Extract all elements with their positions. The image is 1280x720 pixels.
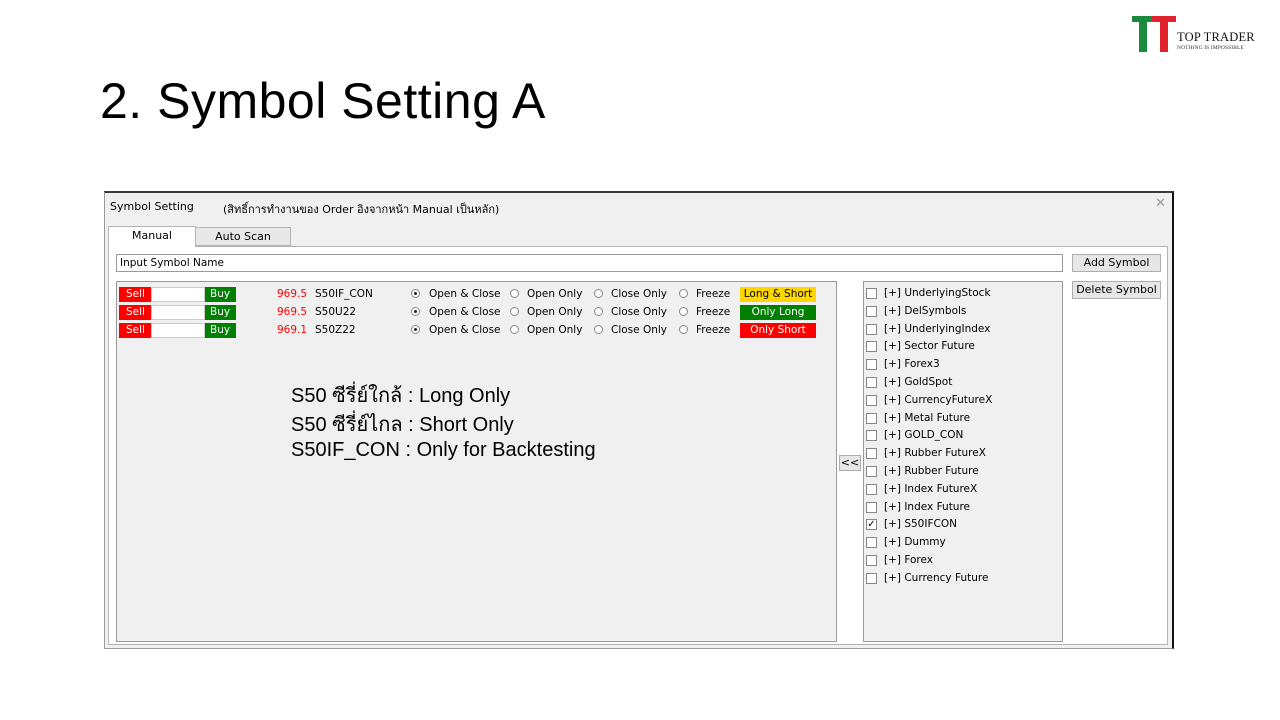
symbol-group-checkbox[interactable] [866, 448, 877, 460]
direction-mode-button[interactable]: Long & Short [740, 287, 816, 302]
symbol-name-input[interactable] [116, 254, 1063, 272]
delete-symbol-button[interactable]: Delete Symbol [1072, 281, 1161, 299]
order-size-field[interactable] [151, 323, 205, 338]
top-trader-logo: TOP TRADER NOTHING IS IMPOSSIBLE [1132, 16, 1257, 56]
order-mode-label: Open & Close [429, 324, 501, 336]
symbol-price: 969.5 [277, 288, 308, 300]
symbol-group-label: [+] Currency Future [884, 571, 989, 584]
symbol-group-label: [+] Rubber Future [884, 465, 979, 477]
symbol-group-checkbox[interactable] [866, 537, 877, 549]
buy-button[interactable]: Buy [205, 323, 236, 338]
symbol-group-label: [+] S50IFCON [884, 518, 957, 531]
order-mode-label: Open Only [527, 306, 583, 318]
annotation-line: S50 ซีรี่ย์ไกล : Short Only [291, 414, 514, 436]
order-mode-radio[interactable] [510, 325, 519, 334]
order-size-field[interactable] [151, 287, 205, 302]
tt-logo-icon [1132, 16, 1176, 52]
window-note: (สิทธิ์การทำงานของ Order อิงจากหน้า Manu… [223, 203, 500, 216]
symbol-group-label: [+] GOLD_CON [884, 429, 964, 442]
symbol-group-checkbox[interactable] [866, 483, 877, 495]
order-mode-radio[interactable] [679, 325, 688, 334]
order-mode-label: Open & Close [429, 288, 501, 300]
symbol-group-label: [+] GoldSpot [884, 376, 953, 388]
order-mode-radio[interactable] [594, 307, 603, 316]
symbol-group-checkbox[interactable] [866, 359, 877, 371]
symbol-group-panel: [+] UnderlyingStock [+] DelSymbols [+] Und… [863, 281, 1063, 642]
symbol-group-checkbox[interactable] [866, 341, 877, 353]
logo-tagline: NOTHING IS IMPOSSIBLE [1177, 45, 1244, 51]
symbol-name: S50U22 [315, 306, 357, 318]
symbol-group-label: [+] CurrencyFutureX [884, 393, 993, 406]
order-mode-radio[interactable] [411, 289, 420, 298]
order-mode-label: Close Only [611, 324, 667, 336]
add-symbol-button[interactable]: Add Symbol [1072, 254, 1161, 272]
symbol-group-label: [+] Dummy [884, 536, 946, 549]
order-mode-label: Close Only [611, 306, 667, 318]
symbol-group-checkbox[interactable]: ✓ [866, 519, 877, 531]
order-mode-radio[interactable] [679, 307, 688, 316]
buy-button[interactable]: Buy [205, 305, 236, 320]
symbol-name: S50Z22 [315, 324, 356, 336]
symbol-group-checkbox[interactable] [866, 555, 877, 566]
symbol-setting-window: Symbol Setting (สิทธิ์การทำงานของ Order … [104, 191, 1174, 649]
symbol-row: Sell Buy 969.5 S50U22 Open & Close Open Only C… [119, 304, 834, 320]
logo-brand: TOP TRADER [1177, 30, 1255, 44]
symbol-group-label: [+] Index FutureX [884, 482, 978, 495]
slide-title: 2. Symbol Setting A [100, 73, 546, 129]
order-mode-label: Open Only [527, 288, 583, 300]
order-mode-radio[interactable] [411, 307, 420, 316]
order-mode-label: Close Only [611, 288, 667, 300]
order-mode-radio[interactable] [411, 325, 420, 334]
sell-button[interactable]: Sell [119, 287, 151, 302]
symbol-group-label: [+] Rubber FutureX [884, 447, 986, 460]
order-mode-label: Freeze [696, 288, 731, 300]
symbol-price: 969.1 [277, 324, 308, 336]
sell-button[interactable]: Sell [119, 305, 151, 320]
sell-button[interactable]: Sell [119, 323, 151, 338]
order-mode-radio[interactable] [510, 289, 519, 298]
symbol-group-checkbox[interactable] [866, 305, 877, 317]
symbol-group-label: [+] Sector Future [884, 340, 975, 353]
symbol-price: 969.5 [277, 306, 308, 318]
symbol-group-checkbox[interactable] [866, 323, 877, 335]
window-title: Symbol Setting [110, 200, 194, 213]
symbol-group-label: [+] Metal Future [884, 411, 971, 424]
order-size-field[interactable] [151, 305, 205, 320]
tab-auto-scan[interactable]: Auto Scan [195, 227, 291, 246]
symbol-group-checkbox[interactable] [866, 430, 877, 442]
symbol-group-checkbox[interactable] [866, 394, 877, 406]
order-mode-label: Freeze [696, 306, 731, 318]
direction-mode-button[interactable]: Only Long [740, 305, 816, 320]
order-mode-radio[interactable] [510, 307, 519, 316]
symbol-group-label: [+] DelSymbols [884, 304, 967, 317]
move-left-button[interactable]: << [839, 455, 861, 471]
symbol-group-checkbox[interactable] [866, 501, 877, 513]
order-mode-radio[interactable] [594, 289, 603, 298]
symbol-group-checkbox[interactable] [866, 412, 877, 424]
symbol-group-label: [+] Index Future [884, 500, 971, 513]
symbol-row: Sell Buy 969.5 S50IF_CON Open & Close Open On… [119, 286, 834, 302]
symbol-row: Sell Buy 969.1 S50Z22 Open & Close Open Only C… [119, 322, 834, 338]
symbol-group-label: [+] Forex3 [884, 358, 940, 371]
order-mode-radio[interactable] [594, 325, 603, 334]
direction-mode-button[interactable]: Only Short [740, 323, 816, 338]
annotation-line: S50IF_CON : Only for Backtesting [291, 439, 596, 461]
symbol-group-checkbox[interactable] [866, 288, 877, 299]
symbol-name: S50IF_CON [315, 288, 373, 300]
order-mode-label: Open Only [527, 324, 583, 336]
symbol-group-label: [+] UnderlyingIndex [884, 322, 991, 335]
buy-button[interactable]: Buy [205, 287, 236, 302]
symbol-group-label: [+] UnderlyingStock [884, 287, 991, 299]
annotation-line: S50 ซีรี่ย์ใกล้ : Long Only [291, 385, 511, 407]
order-mode-radio[interactable] [679, 289, 688, 298]
order-mode-label: Open & Close [429, 306, 501, 318]
order-mode-label: Freeze [696, 324, 731, 336]
close-icon[interactable]: ✕ [1155, 196, 1166, 211]
symbol-group-checkbox[interactable] [866, 572, 877, 584]
symbol-group-checkbox[interactable] [866, 466, 877, 477]
symbol-group-label: [+] Forex [884, 554, 933, 566]
symbol-group-checkbox[interactable] [866, 377, 877, 388]
tab-manual[interactable]: Manual [108, 226, 196, 247]
